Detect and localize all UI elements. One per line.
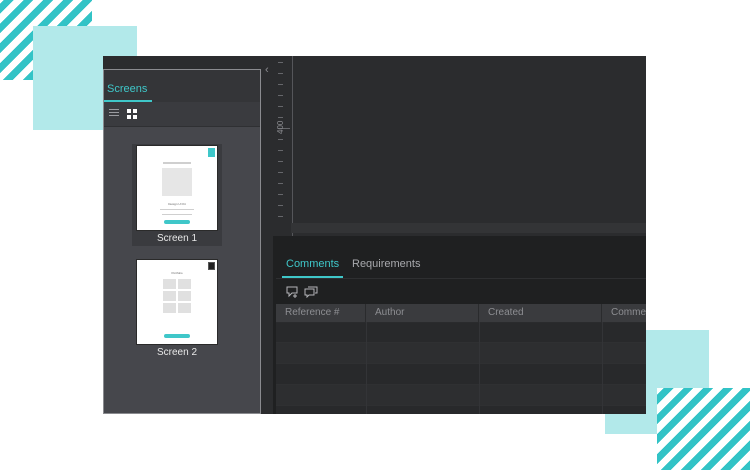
add-comment-icon[interactable]: [286, 286, 300, 298]
column-header-created[interactable]: Created: [479, 304, 602, 322]
decorative-stripes-bottom-right: [657, 388, 750, 470]
screen-thumbnail-1[interactable]: Design UI Kit Screen 1: [132, 144, 222, 246]
column-header-comment[interactable]: Comment: [602, 304, 646, 322]
bottom-tabs: Comments Requirements: [276, 256, 646, 278]
list-view-icon[interactable]: [109, 109, 119, 119]
tab-comments[interactable]: Comments: [282, 256, 344, 278]
column-divider: [366, 322, 367, 414]
ruler-label: 400: [276, 120, 285, 134]
layout-badge-icon: [208, 262, 215, 270]
table-row: [276, 385, 646, 406]
tab-requirements[interactable]: Requirements: [350, 256, 422, 276]
app-window: Screens Design UI Kit Screen 1 Portfolio…: [103, 56, 646, 414]
screen-label: Screen 1: [132, 232, 222, 246]
page-badge-icon: [208, 148, 215, 157]
screen-preview: Design UI Kit: [136, 145, 218, 231]
column-header-author[interactable]: Author: [366, 304, 479, 322]
table-header: Reference # Author Created Comment: [276, 304, 646, 323]
column-divider: [479, 322, 480, 414]
collapse-arrow-icon[interactable]: ‹: [265, 64, 269, 76]
vertical-ruler: 400: [276, 56, 293, 236]
comments-table: Reference # Author Created Comment: [276, 304, 646, 414]
canvas-horizontal-scrollbar[interactable]: [291, 223, 646, 233]
column-divider: [602, 322, 603, 414]
column-header-reference[interactable]: Reference #: [276, 304, 366, 322]
design-canvas[interactable]: [273, 56, 646, 236]
screen-thumbnail-2[interactable]: Portfolio Screen 2: [132, 258, 222, 360]
bottom-panel: Comments Requirements Reference # Author…: [273, 236, 646, 414]
table-row: [276, 322, 646, 343]
tab-screens[interactable]: Screens: [107, 83, 147, 95]
comments-icon[interactable]: [304, 286, 318, 298]
table-row: [276, 343, 646, 364]
screen-label: Screen 2: [156, 347, 198, 358]
screens-panel: Screens Design UI Kit Screen 1 Portfolio…: [103, 69, 261, 414]
view-toggle-bar: [104, 102, 260, 127]
comments-toolbar: [276, 278, 646, 305]
grid-view-icon[interactable]: [127, 109, 137, 119]
table-row: [276, 364, 646, 385]
screen-preview: Portfolio: [136, 259, 218, 345]
screens-panel-header: Screens: [104, 70, 260, 102]
